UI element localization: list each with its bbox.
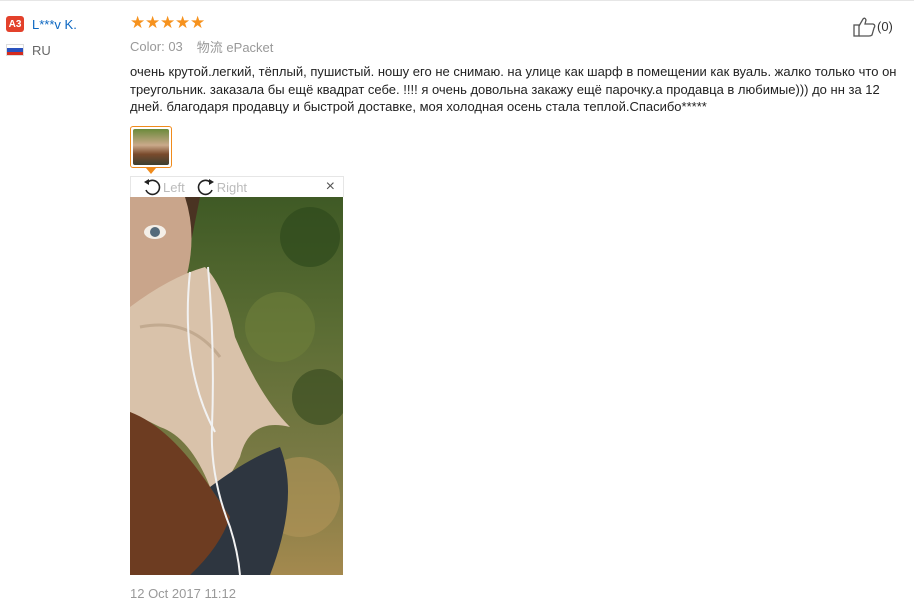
star-icon: ★ bbox=[175, 13, 191, 32]
rotate-right-label: Right bbox=[216, 179, 248, 195]
review-meta: Color: 03 物流 ePacket bbox=[130, 38, 900, 55]
photo-thumbnail[interactable] bbox=[130, 126, 172, 168]
shipping-label: 物流 bbox=[196, 39, 223, 55]
star-rating: ★★★★★ bbox=[130, 14, 900, 32]
review-text: очень крутой.легкий, тёплый, пушистый. н… bbox=[130, 64, 897, 114]
rotate-right-button[interactable]: Right bbox=[195, 177, 247, 197]
viewer-toolbar: Left Right × bbox=[130, 176, 344, 197]
russia-flag-icon bbox=[6, 44, 24, 56]
helpful-count: (0) bbox=[877, 19, 893, 34]
rotate-right-icon bbox=[197, 179, 214, 196]
level-badge-icon: A3 bbox=[6, 16, 24, 32]
review-date: 12 Oct 2017 11:12 bbox=[130, 586, 237, 601]
review-photo bbox=[130, 197, 343, 575]
reviewer-name[interactable]: L***v K. bbox=[32, 17, 77, 32]
thumbnail-pointer-icon bbox=[146, 168, 156, 174]
rotate-left-icon bbox=[144, 179, 161, 196]
star-icon: ★ bbox=[145, 13, 161, 32]
color-label: Color: bbox=[130, 38, 165, 54]
divider bbox=[0, 0, 914, 1]
shipping-value: ePacket bbox=[226, 39, 274, 55]
photo-viewer: Left Right × bbox=[130, 176, 344, 576]
rotate-left-label: Left bbox=[163, 179, 185, 195]
reviewer-info: A3 L***v K. RU bbox=[6, 15, 116, 58]
star-icon: ★ bbox=[160, 13, 176, 32]
thumbs-up-icon bbox=[853, 17, 876, 37]
color-value: 03 bbox=[168, 38, 183, 54]
helpful-button[interactable]: (0) bbox=[853, 16, 893, 37]
review-body: ★★★★★ Color: 03 物流 ePacket очень крутой.… bbox=[130, 14, 900, 575]
rotate-left-button[interactable]: Left bbox=[141, 177, 185, 197]
star-icon: ★ bbox=[190, 13, 206, 32]
reviewer-country: RU bbox=[32, 42, 51, 58]
star-icon: ★ bbox=[130, 13, 146, 32]
thumbnail-image bbox=[133, 129, 169, 165]
close-icon[interactable]: × bbox=[326, 178, 335, 196]
